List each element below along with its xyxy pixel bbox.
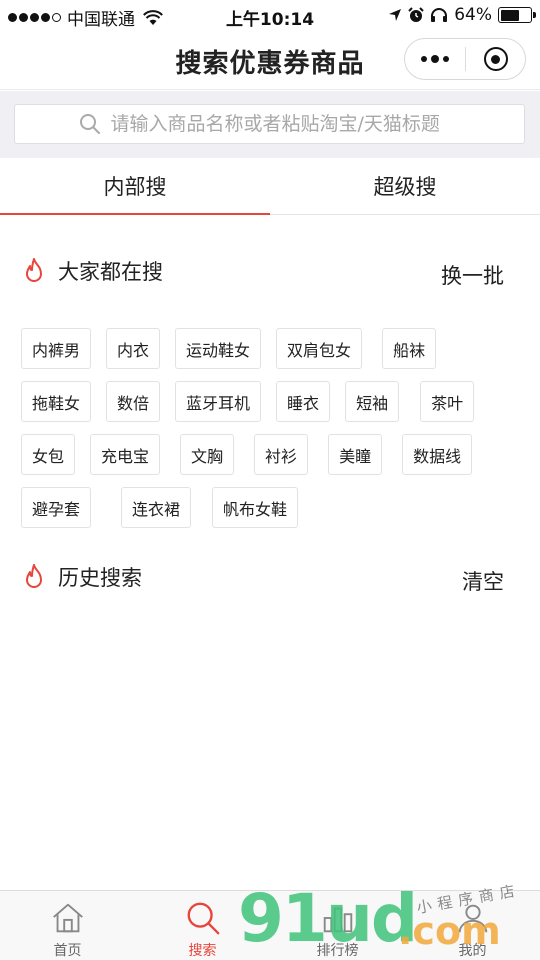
hot-tag[interactable]: 蓝牙耳机 xyxy=(175,381,262,422)
status-bar: 中国联通 上午10:14 64% xyxy=(0,0,540,30)
hot-tag[interactable]: 短袖 xyxy=(345,381,400,422)
tab-super-search[interactable]: 超级搜 xyxy=(270,158,540,214)
tab-mine[interactable]: 我的 xyxy=(405,891,540,960)
mini-program-capsule xyxy=(404,38,526,80)
tab-label: 排行榜 xyxy=(316,943,359,959)
search-input[interactable] xyxy=(110,113,461,135)
history-title: 历史搜索 xyxy=(58,566,142,590)
close-target-icon xyxy=(483,47,508,71)
hot-search-header: 大家都在搜 换一批 xyxy=(0,252,540,292)
tag-row: 拖鞋女 数倍 蓝牙耳机 睡衣 短袖 茶叶 xyxy=(21,381,521,423)
tab-label: 首页 xyxy=(53,943,82,959)
location-arrow-icon xyxy=(389,9,402,21)
hot-search-title: 大家都在搜 xyxy=(58,260,163,284)
history-header: 历史搜索 清空 xyxy=(0,558,540,598)
home-icon xyxy=(52,903,83,933)
nav-bar: 搜索优惠券商品 xyxy=(0,30,540,90)
hot-tag[interactable]: 内裤男 xyxy=(21,328,92,369)
hot-tag[interactable]: 文胸 xyxy=(180,434,235,475)
hot-tag[interactable]: 拖鞋女 xyxy=(21,381,92,422)
battery-icon xyxy=(498,7,536,23)
search-area xyxy=(0,91,540,158)
hot-tag[interactable]: 衬衫 xyxy=(254,434,309,475)
battery-percent: 64% xyxy=(454,5,492,25)
hot-tag[interactable]: 运动鞋女 xyxy=(175,328,262,369)
tag-row: 内裤男 内衣 运动鞋女 双肩包女 船袜 xyxy=(21,328,521,370)
history-title-group: 历史搜索 xyxy=(22,562,142,592)
hot-tag[interactable]: 数据线 xyxy=(402,434,473,475)
tab-label: 我的 xyxy=(458,943,487,959)
hot-tag[interactable]: 船袜 xyxy=(382,328,437,369)
hot-tag[interactable]: 茶叶 xyxy=(420,381,475,422)
search-icon xyxy=(187,902,219,935)
hot-tag[interactable]: 睡衣 xyxy=(276,381,331,422)
hot-tag[interactable]: 双肩包女 xyxy=(276,328,363,369)
user-icon xyxy=(458,904,487,933)
close-mini-program-button[interactable] xyxy=(466,39,525,79)
ranking-icon xyxy=(323,907,352,933)
tag-row: 女包 充电宝 文胸 衬衫 美瞳 数据线 xyxy=(21,434,521,476)
bottom-tab-bar: 首页 搜索 排行榜 我的 xyxy=(0,890,540,960)
hot-tag[interactable]: 充电宝 xyxy=(90,434,161,475)
search-box[interactable] xyxy=(14,104,525,144)
status-right: 64% xyxy=(388,5,536,25)
hot-tag[interactable]: 数倍 xyxy=(106,381,161,422)
tab-ranking[interactable]: 排行榜 xyxy=(270,891,405,960)
battery-fill xyxy=(500,9,520,21)
tab-home[interactable]: 首页 xyxy=(0,891,135,960)
fire-icon xyxy=(26,564,42,588)
tag-row: 避孕套 连衣裙 帆布女鞋 xyxy=(21,487,521,529)
tab-label: 搜索 xyxy=(188,943,217,959)
hot-tags: 内裤男 内衣 运动鞋女 双肩包女 船袜 拖鞋女 数倍 蓝牙耳机 睡衣 短袖 茶叶… xyxy=(21,328,521,540)
hot-tag[interactable]: 帆布女鞋 xyxy=(212,487,299,528)
refresh-hot-button[interactable]: 换一批 xyxy=(441,260,504,290)
search-icon xyxy=(79,114,100,134)
hot-tag[interactable]: 内衣 xyxy=(106,328,161,369)
hot-tag[interactable]: 连衣裙 xyxy=(121,487,192,528)
search-tabs: 内部搜 超级搜 xyxy=(0,158,540,215)
tab-internal-search[interactable]: 内部搜 xyxy=(0,158,270,215)
hot-tag[interactable]: 避孕套 xyxy=(21,487,92,528)
hot-tag[interactable]: 美瞳 xyxy=(328,434,383,475)
hot-search-title-group: 大家都在搜 xyxy=(22,256,163,286)
clear-history-button[interactable]: 清空 xyxy=(462,566,504,596)
hot-tag[interactable]: 女包 xyxy=(21,434,76,475)
fire-icon xyxy=(26,258,42,282)
more-options-button[interactable] xyxy=(405,39,465,79)
headphones-icon xyxy=(431,8,448,22)
tab-search[interactable]: 搜索 xyxy=(135,891,270,960)
alarm-icon xyxy=(408,7,424,22)
